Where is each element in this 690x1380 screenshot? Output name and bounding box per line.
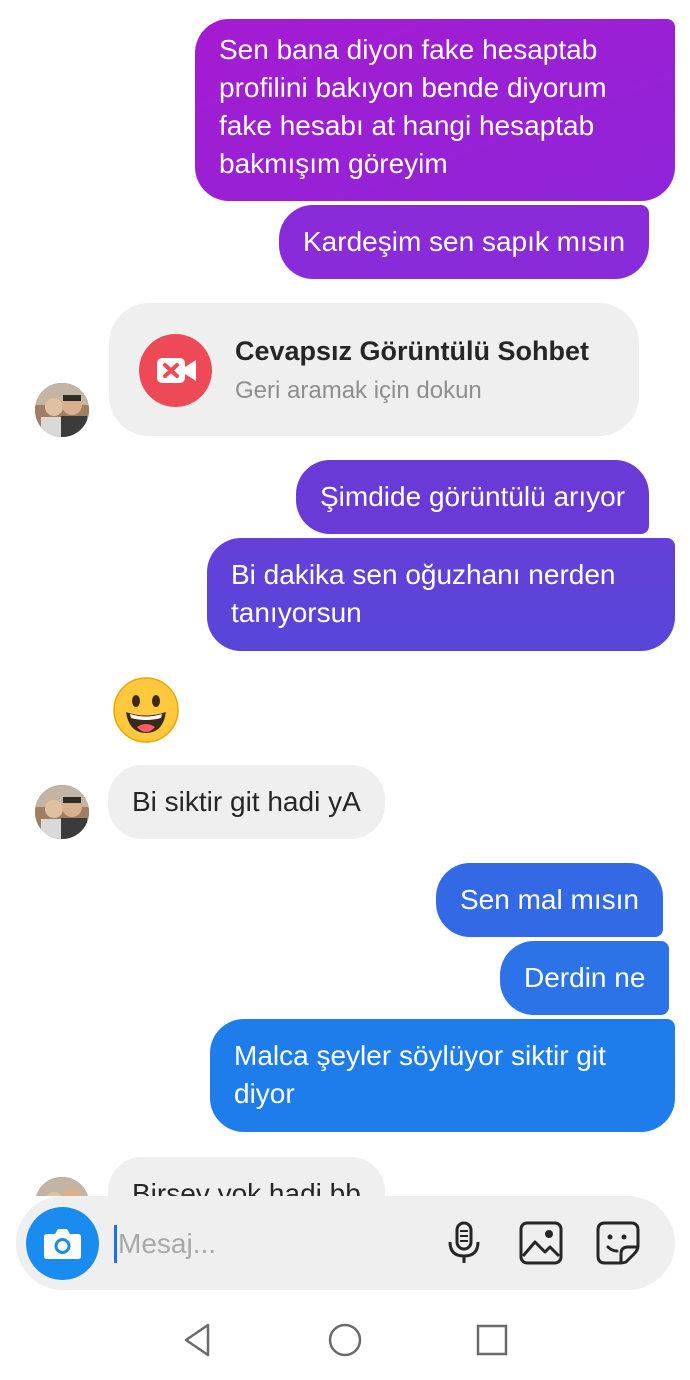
message-list[interactable]: Sen bana diyon fake hesaptab profilini b… <box>0 0 690 1196</box>
avatar-photo-icon <box>35 785 89 839</box>
text-cursor <box>114 1225 117 1263</box>
back-icon[interactable] <box>178 1320 218 1360</box>
recents-icon[interactable] <box>472 1320 512 1360</box>
message-composer: Mesaj... <box>16 1196 675 1290</box>
outgoing-message[interactable]: Bi dakika sen oğuzhanı nerden tanıyorsun <box>207 538 675 651</box>
camera-icon <box>44 1229 81 1259</box>
avatar[interactable] <box>35 1177 89 1196</box>
avatar[interactable] <box>35 383 89 437</box>
incoming-message[interactable]: Bi siktir git hadi yA <box>108 765 385 839</box>
gallery-icon[interactable] <box>518 1220 564 1266</box>
home-icon[interactable] <box>325 1320 365 1360</box>
camera-button[interactable] <box>26 1207 99 1280</box>
system-navigation-bar <box>0 1300 690 1380</box>
avatar-photo-icon <box>35 383 89 437</box>
missed-video-call-card[interactable]: Cevapsız Görüntülü Sohbet Geri aramak iç… <box>109 303 639 436</box>
microphone-icon[interactable] <box>441 1220 487 1266</box>
sticker-icon[interactable] <box>595 1220 641 1266</box>
grinning-face-icon[interactable] <box>113 677 179 743</box>
outgoing-message[interactable]: Sen bana diyon fake hesaptab profilini b… <box>195 19 675 201</box>
outgoing-message[interactable]: Sen mal mısın <box>436 863 663 937</box>
avatar-photo-icon <box>35 1177 89 1196</box>
outgoing-message[interactable]: Şimdide görüntülü arıyor <box>296 460 650 534</box>
message-input[interactable]: Mesaj... <box>118 1228 216 1260</box>
outgoing-message[interactable]: Malca şeyler söylüyor siktir git diyor <box>210 1019 675 1132</box>
outgoing-message[interactable]: Derdin ne <box>500 941 670 1015</box>
missed-call-subtitle: Geri aramak için dokun <box>235 377 482 404</box>
missed-call-title: Cevapsız Görüntülü Sohbet <box>235 336 590 366</box>
video-camera-missed-icon <box>139 334 212 407</box>
outgoing-message[interactable]: Kardeşim sen sapık mısın <box>279 205 650 279</box>
avatar[interactable] <box>35 785 89 839</box>
incoming-message[interactable]: Birşey yok hadi bb <box>108 1157 385 1196</box>
